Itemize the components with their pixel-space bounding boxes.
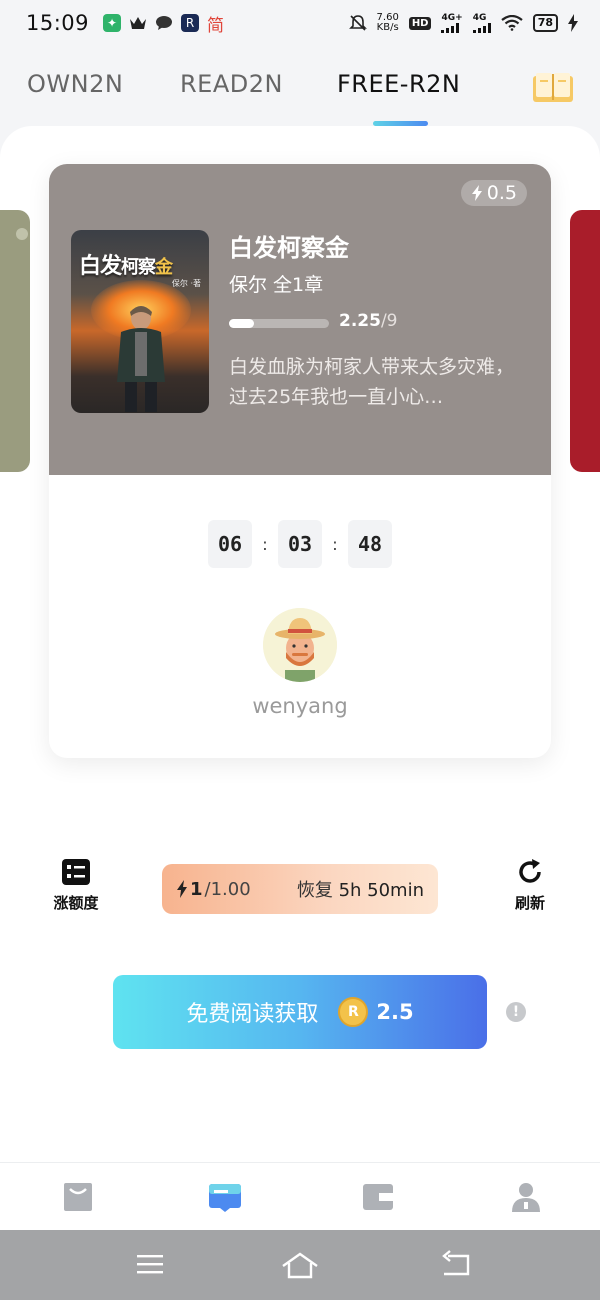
profile-icon[interactable] <box>509 1181 543 1213</box>
crown-icon <box>130 17 147 29</box>
reward-amount: R 2.5 <box>338 997 414 1027</box>
signal-4g-plus-icon: 4G+ <box>441 13 463 33</box>
increase-quota-button[interactable]: 涨额度 <box>44 858 108 913</box>
refresh-label: 刷新 <box>514 894 545 912</box>
book-description: 白发血脉为柯家人带来太多灾难，过去25年我也一直小心… <box>229 356 515 408</box>
energy-status-pill: 1/1.00 恢复 5h 50min <box>162 864 438 914</box>
status-time: 15:09 <box>26 11 90 35</box>
timer-seconds: 48 <box>348 520 392 568</box>
energy-cost-badge: 0.5 <box>460 180 527 206</box>
cover-author: 保尔 ·著 <box>171 279 201 288</box>
refresh-icon <box>519 859 541 883</box>
reading-progress-bar <box>229 319 329 328</box>
free-read-label: 免费阅读获取 <box>186 1002 319 1027</box>
mute-bell-icon <box>348 15 367 31</box>
tab-read2n[interactable]: READ2N <box>180 70 283 98</box>
battery-icon: 78 <box>532 14 558 32</box>
book-card-header: 0.5 白发柯察金 保尔 ·著 白发柯察金 保尔 全1章 2.25/9 白发血脉… <box>49 164 551 475</box>
lightning-icon <box>471 185 482 201</box>
status-notification-icons: ✦ R 简 <box>103 11 224 36</box>
lightning-icon <box>177 880 187 898</box>
book-title: 白发柯察金 <box>229 234 349 262</box>
username: wenyang <box>252 694 348 718</box>
tab-own2n[interactable]: OWN2N <box>27 70 123 98</box>
menu-icon[interactable] <box>135 1250 165 1278</box>
home-icon[interactable] <box>280 1250 320 1280</box>
top-tabs: OWN2N READ2N FREE-R2N <box>0 60 600 126</box>
status-system-icons: 7.60 KB/s HD 4G+ 4G 78 <box>348 12 578 33</box>
timer-minutes: 03 <box>278 520 322 568</box>
read-icon[interactable] <box>208 1181 242 1213</box>
wifi-icon <box>501 15 523 31</box>
shop-icon[interactable] <box>61 1181 95 1213</box>
free-read-earn-button[interactable]: 免费阅读获取 R 2.5 <box>113 975 487 1049</box>
system-navigation-bar <box>0 1230 600 1300</box>
refresh-button[interactable]: 刷新 <box>498 858 562 913</box>
increase-quota-label: 涨额度 <box>53 894 99 912</box>
previous-book-card[interactable] <box>0 210 30 472</box>
book-card[interactable]: 0.5 白发柯察金 保尔 ·著 白发柯察金 保尔 全1章 2.25/9 白发血脉… <box>49 164 551 758</box>
signal-4g-icon: 4G <box>472 13 491 33</box>
tab-free-r2n[interactable]: FREE-R2N <box>337 70 460 98</box>
book-cover[interactable]: 白发柯察金 保尔 ·著 <box>71 230 209 413</box>
app-green-icon: ✦ <box>103 14 122 32</box>
avatar[interactable] <box>263 608 337 682</box>
back-icon[interactable] <box>440 1250 472 1278</box>
timer-hours: 06 <box>208 520 252 568</box>
wallet-icon[interactable] <box>361 1181 395 1213</box>
charging-icon <box>568 14 578 32</box>
farmer-avatar-icon <box>263 608 337 682</box>
app-r-icon: R <box>181 14 200 32</box>
cover-title: 白发柯察金 <box>79 253 173 279</box>
info-icon[interactable]: ! <box>506 1002 526 1022</box>
countdown-timer: 06 : 03 : 48 <box>49 520 551 568</box>
reading-progress-fill <box>229 319 254 328</box>
reading-progress-text: 2.25/9 <box>339 311 398 331</box>
timer-separator: : <box>332 534 338 554</box>
bottom-nav <box>0 1162 600 1230</box>
timer-separator: : <box>262 534 268 554</box>
cover-person-art <box>117 306 165 412</box>
network-speed: 7.60 KB/s <box>376 12 399 33</box>
library-book-icon[interactable] <box>532 70 574 104</box>
hd-icon: HD <box>408 16 432 30</box>
simplified-chinese-icon: 简 <box>207 15 225 36</box>
list-icon <box>62 859 90 885</box>
energy-count: 1/1.00 <box>176 879 251 900</box>
message-icon <box>156 16 173 30</box>
coin-icon: R <box>338 997 369 1027</box>
next-book-card[interactable] <box>570 210 600 472</box>
status-bar: 15:09 ✦ R 简 7.60 KB/s HD 4G+ 4G 78 <box>0 0 600 46</box>
book-meta: 保尔 全1章 <box>229 274 324 296</box>
energy-recover-time: 恢复 5h 50min <box>296 880 424 901</box>
